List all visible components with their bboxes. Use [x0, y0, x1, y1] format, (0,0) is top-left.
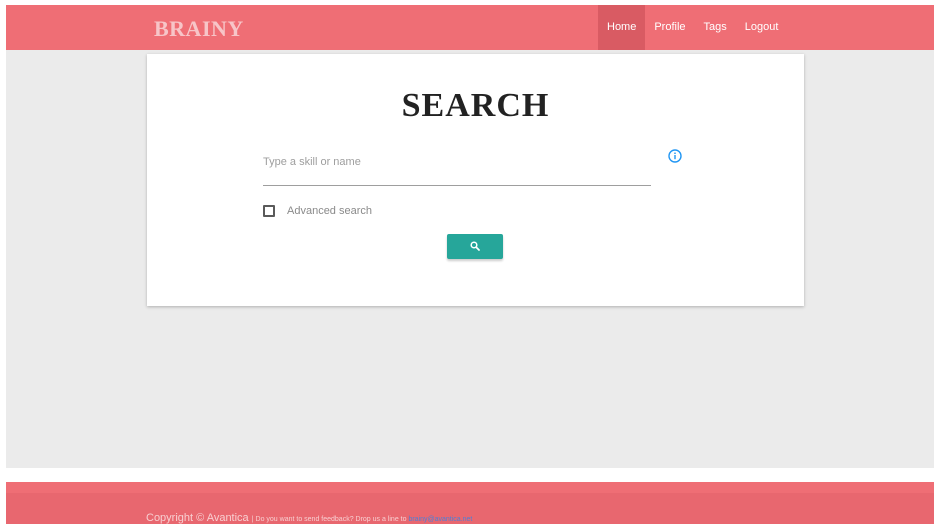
search-icon — [470, 239, 480, 254]
feedback-text: Do you want to send feedback? Drop us a … — [255, 516, 409, 523]
footer-text: Copyright © Avantica | Do you want to se… — [146, 512, 472, 524]
nav-item-logout[interactable]: Logout — [736, 5, 788, 50]
feedback-email-link[interactable]: brainy@avantica.net — [408, 516, 472, 523]
advanced-search-checkbox[interactable] — [263, 205, 275, 217]
advanced-search-toggle[interactable]: Advanced search — [263, 204, 372, 218]
page-title: SEARCH — [401, 87, 550, 124]
search-card: SEARCH Advanced search — [147, 54, 804, 306]
copyright-text: Copyright © Avantica — [146, 512, 249, 524]
search-field — [263, 138, 651, 186]
info-icon[interactable] — [668, 149, 682, 163]
brand-logo[interactable]: BRAINY — [154, 16, 244, 42]
nav-links: Home Profile Tags Logout — [598, 5, 787, 50]
top-navbar: BRAINY Home Profile Tags Logout — [6, 5, 934, 50]
nav-item-profile[interactable]: Profile — [645, 5, 694, 50]
search-button[interactable] — [447, 234, 503, 259]
search-input[interactable] — [263, 138, 651, 184]
nav-item-home[interactable]: Home — [598, 5, 646, 50]
main-content: SEARCH Advanced search — [6, 50, 934, 468]
advanced-search-label: Advanced search — [287, 205, 372, 217]
footer: Copyright © Avantica | Do you want to se… — [6, 482, 934, 524]
footer-spacer — [6, 468, 934, 482]
nav-item-tags[interactable]: Tags — [695, 5, 736, 50]
